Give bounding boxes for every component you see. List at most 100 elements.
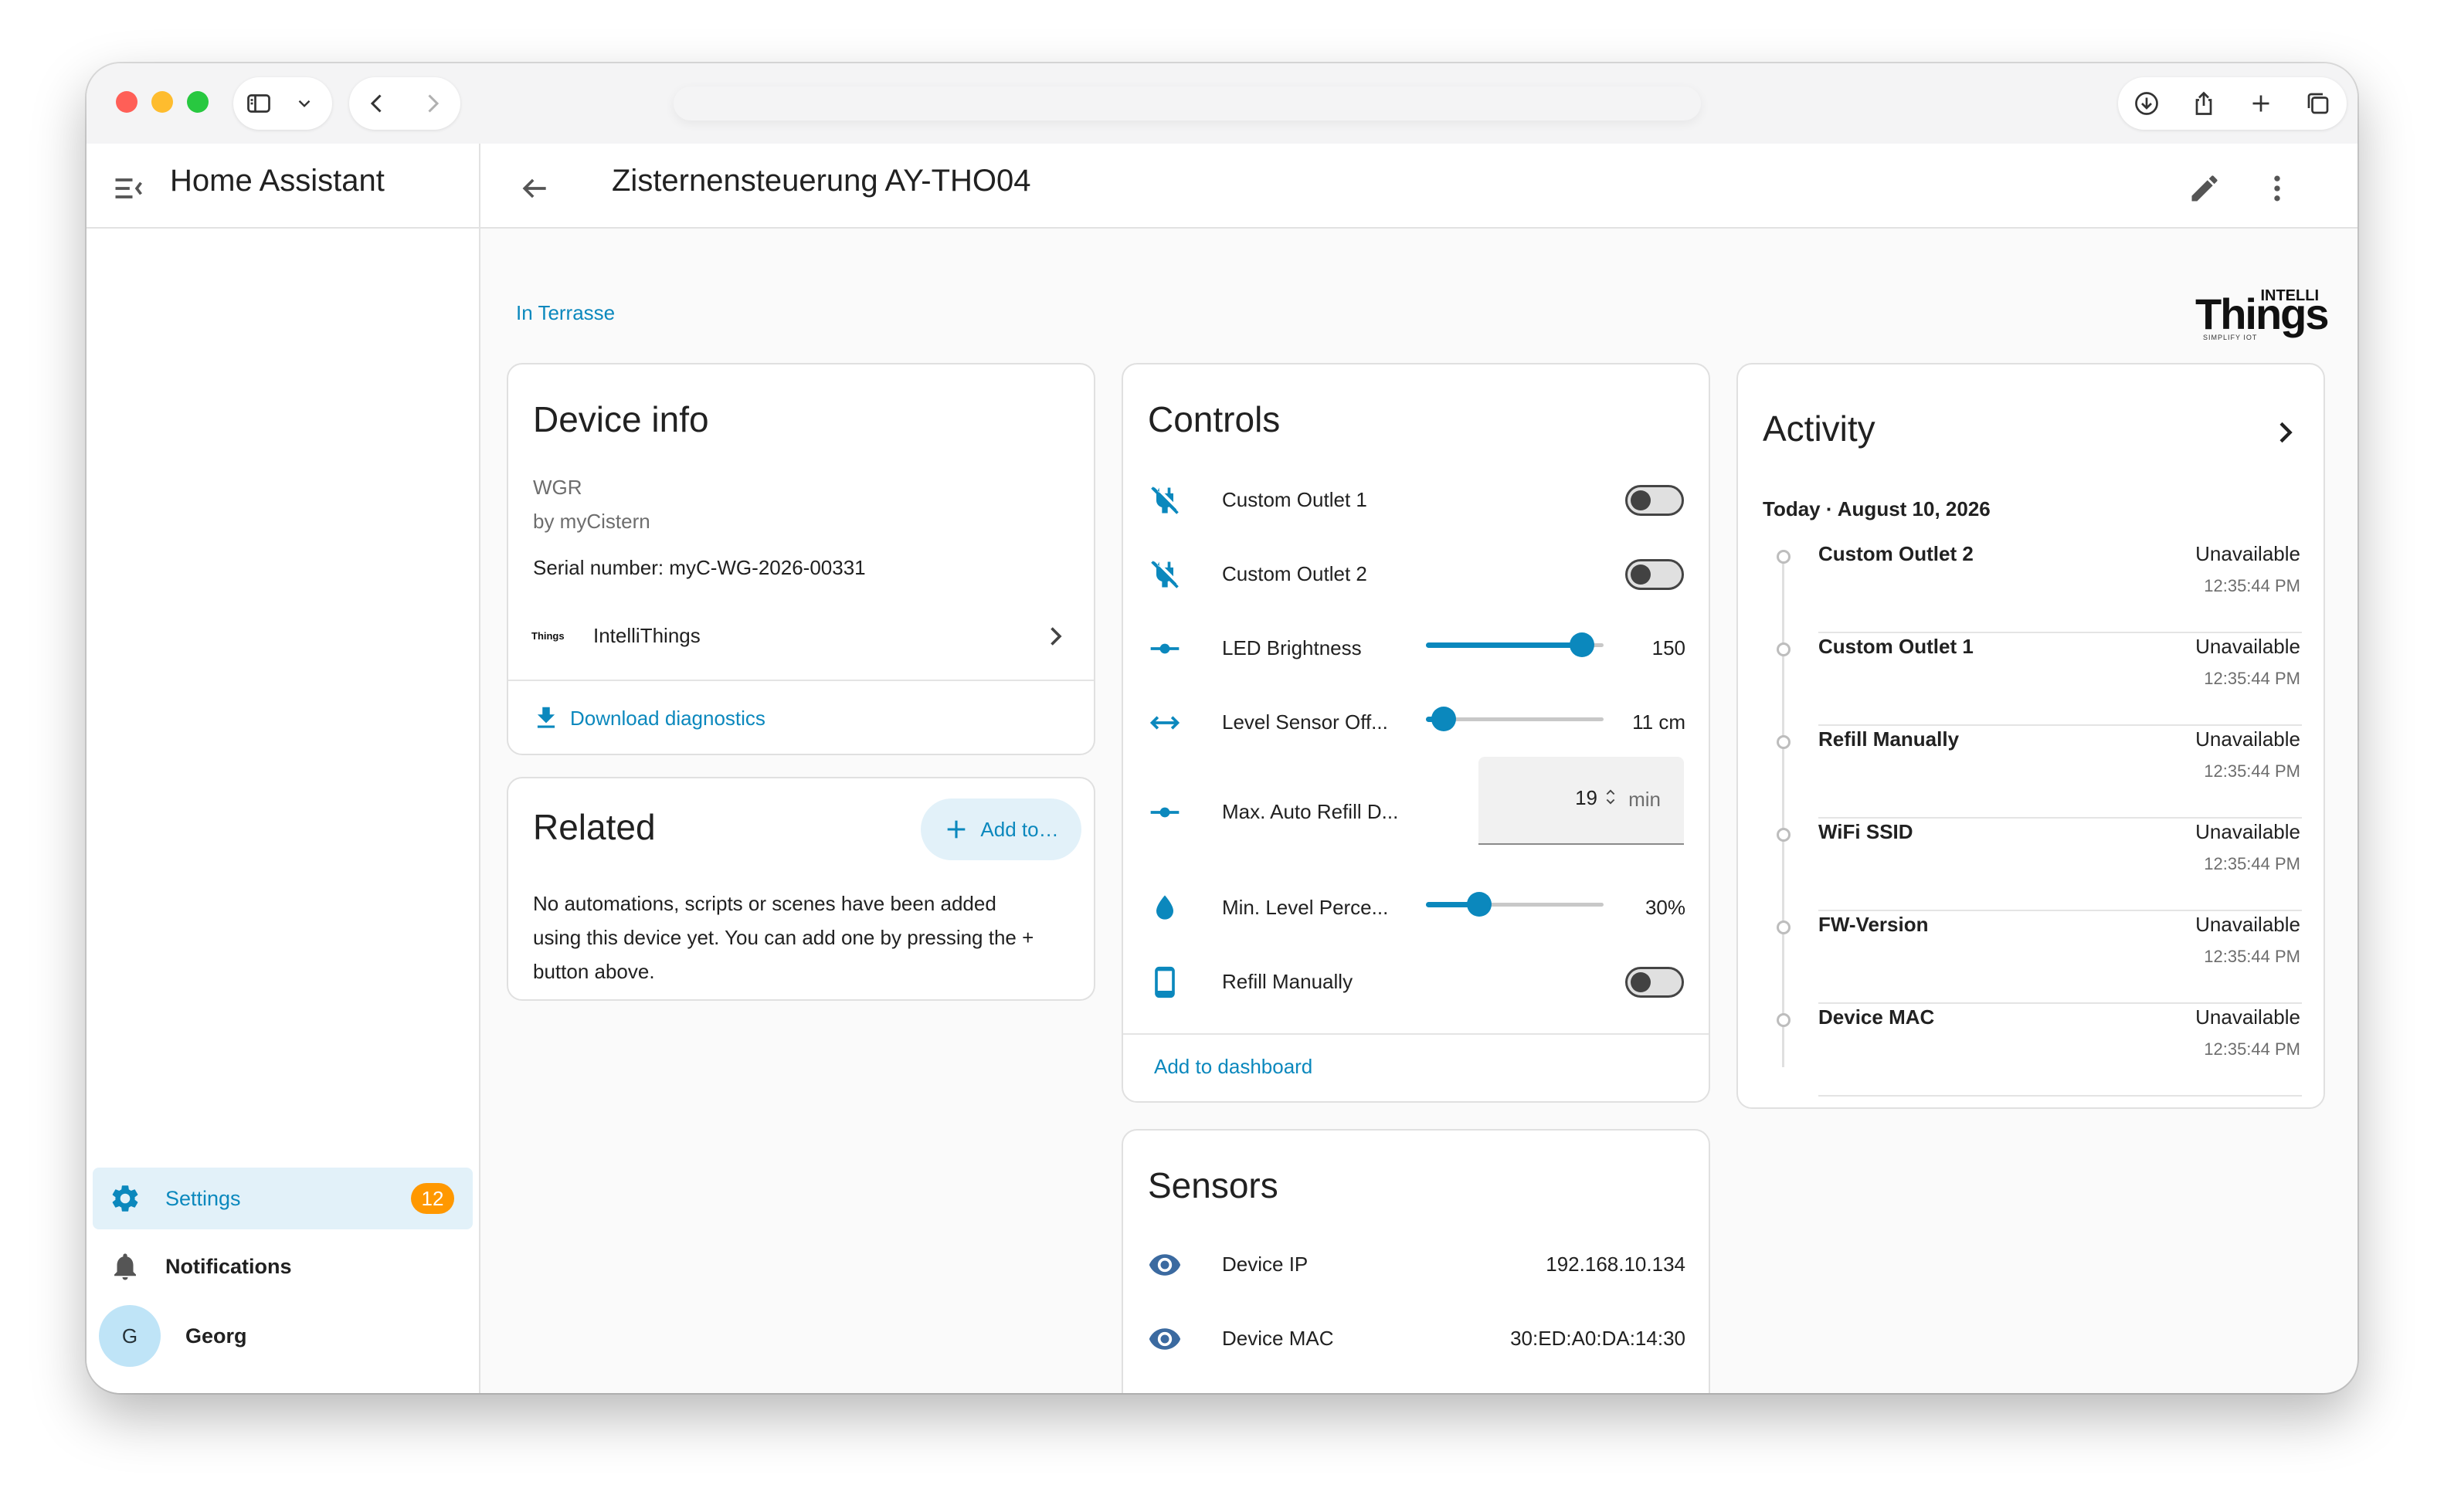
max-auto-refill-number-input[interactable]: 19 min bbox=[1478, 757, 1684, 845]
notification-count-badge: 12 bbox=[411, 1183, 454, 1214]
activity-entry[interactable]: Custom Outlet 1 Unavailable 12:35:44 PM bbox=[1738, 635, 2323, 727]
pencil-icon[interactable] bbox=[2184, 168, 2225, 208]
custom-outlet-1-toggle[interactable] bbox=[1625, 485, 1684, 516]
sidebar-item-label: Notifications bbox=[165, 1254, 292, 1278]
download-icon bbox=[537, 707, 555, 728]
area-link[interactable]: In Terrasse bbox=[516, 301, 615, 325]
level-sensor-offset-slider[interactable] bbox=[1426, 706, 1604, 732]
tab-overview-icon[interactable] bbox=[2290, 77, 2347, 130]
download-icon[interactable] bbox=[2118, 77, 2175, 130]
back-arrow-icon[interactable] bbox=[514, 168, 555, 208]
browser-actions bbox=[2118, 77, 2347, 130]
activity-state: Unavailable bbox=[2195, 1005, 2300, 1029]
sidebar-divider bbox=[479, 144, 480, 1393]
activity-entity-name: WiFi SSID bbox=[1818, 820, 1913, 843]
control-value: 30% bbox=[1645, 896, 1685, 919]
avatar: G bbox=[99, 1305, 161, 1367]
divider bbox=[1818, 910, 2302, 911]
activity-entity-name: Refill Manually bbox=[1818, 727, 1960, 751]
control-value: 11 cm bbox=[1632, 710, 1685, 734]
activity-time: 12:35:44 PM bbox=[2204, 947, 2300, 966]
activity-entry[interactable]: FW-Version Unavailable 12:35:44 PM bbox=[1738, 913, 2323, 1005]
minimize-window-button[interactable] bbox=[151, 91, 173, 113]
divider bbox=[508, 680, 1094, 681]
led-brightness-slider[interactable] bbox=[1426, 632, 1604, 658]
chevron-right-icon[interactable] bbox=[2269, 417, 2300, 448]
refill-manually-toggle[interactable] bbox=[1625, 967, 1684, 998]
timeline-dot bbox=[1777, 1013, 1791, 1027]
activity-entity-name: Custom Outlet 1 bbox=[1818, 635, 1974, 658]
timeline-dot bbox=[1777, 735, 1791, 749]
card-title: Device info bbox=[533, 399, 709, 439]
custom-outlet-2-toggle[interactable] bbox=[1625, 559, 1684, 590]
brand-mini-logo: Things bbox=[531, 630, 565, 642]
forward-arrow-icon[interactable] bbox=[405, 77, 460, 130]
new-tab-icon[interactable] bbox=[2232, 77, 2290, 130]
activity-entry[interactable]: Device MAC Unavailable 12:35:44 PM bbox=[1738, 1005, 2323, 1098]
divider bbox=[1818, 1002, 2302, 1004]
card-title: Sensors bbox=[1148, 1165, 1278, 1205]
download-diagnostics-button[interactable]: Download diagnostics bbox=[531, 695, 765, 741]
timeline-dot bbox=[1777, 642, 1791, 656]
arrow-left-right-icon bbox=[1146, 704, 1183, 741]
sidebar-item-settings[interactable]: Settings 12 bbox=[93, 1168, 473, 1229]
close-window-button[interactable] bbox=[116, 91, 137, 113]
activity-entry[interactable]: Refill Manually Unavailable 12:35:44 PM bbox=[1738, 727, 2323, 820]
address-bar[interactable] bbox=[674, 86, 1701, 120]
activity-entry[interactable]: Custom Outlet 2 Unavailable 12:35:44 PM bbox=[1738, 542, 2323, 635]
sensors-card: Sensors Device IP 192.168.10.134 Device … bbox=[1122, 1129, 1710, 1393]
sidebar-item-user[interactable]: G Georg bbox=[93, 1299, 473, 1373]
card-title: Related bbox=[533, 807, 656, 847]
sensor-value: 192.168.10.134 bbox=[1546, 1253, 1685, 1276]
back-arrow-icon[interactable] bbox=[349, 77, 405, 130]
min-level-percentage-slider[interactable] bbox=[1426, 891, 1604, 917]
related-text-line: No automations, scripts or scenes have b… bbox=[533, 892, 996, 915]
sidebar-item-label: Settings bbox=[165, 1186, 241, 1210]
sidebar-item-notifications[interactable]: Notifications bbox=[93, 1236, 473, 1297]
activity-entry[interactable]: WiFi SSID Unavailable 12:35:44 PM bbox=[1738, 820, 2323, 913]
app-title: Home Assistant bbox=[170, 164, 385, 198]
related-card: Related Add to… No automations, scripts … bbox=[507, 777, 1095, 1001]
sensor-label: Device IP bbox=[1222, 1253, 1309, 1276]
divider bbox=[1818, 724, 2302, 726]
divider bbox=[1818, 632, 2302, 633]
menu-collapse-icon[interactable] bbox=[108, 168, 148, 208]
zoom-window-button[interactable] bbox=[187, 91, 209, 113]
control-label: Max. Auto Refill D... bbox=[1222, 800, 1399, 823]
cellphone-icon bbox=[1146, 964, 1183, 1001]
serial-number: Serial number: myC-WG-2026-00331 bbox=[533, 556, 866, 579]
add-to-label: Add to… bbox=[980, 817, 1059, 841]
brand-logo-name: Things bbox=[2195, 290, 2330, 338]
page-title: Zisternensteuerung AY-THO04 bbox=[612, 164, 1031, 198]
chevron-down-icon[interactable] bbox=[284, 77, 324, 130]
browser-window: Home Assistant Zisternensteuerung AY-THO… bbox=[87, 63, 2357, 1393]
stepper-icon[interactable] bbox=[1605, 786, 1616, 808]
integration-row[interactable]: Things IntelliThings bbox=[508, 596, 1094, 673]
brand-logo: INTELLI Things SIMPLIFY IOT bbox=[2195, 287, 2330, 341]
control-label: Custom Outlet 1 bbox=[1222, 488, 1367, 511]
card-title: Activity bbox=[1763, 409, 1875, 449]
plus-icon bbox=[948, 820, 966, 839]
number-unit: min bbox=[1628, 788, 1661, 811]
share-icon[interactable] bbox=[2175, 77, 2232, 130]
activity-time: 12:35:44 PM bbox=[2204, 669, 2300, 688]
device-model: WGR bbox=[533, 476, 582, 499]
activity-card: Activity Today · August 10, 2026 Custom … bbox=[1736, 363, 2325, 1109]
activity-state: Unavailable bbox=[2195, 727, 2300, 751]
user-name: Georg bbox=[185, 1324, 247, 1348]
activity-date: Today · August 10, 2026 bbox=[1763, 497, 1991, 520]
add-to-button[interactable]: Add to… bbox=[921, 798, 1081, 860]
eye-icon bbox=[1146, 1246, 1183, 1283]
activity-state: Unavailable bbox=[2195, 820, 2300, 843]
browser-toolbar bbox=[87, 63, 2357, 144]
control-label: Min. Level Perce... bbox=[1222, 896, 1389, 919]
sensor-value: 30:ED:A0:DA:14:30 bbox=[1510, 1327, 1685, 1350]
add-to-dashboard-button[interactable]: Add to dashboard bbox=[1154, 1055, 1312, 1079]
more-vertical-icon[interactable] bbox=[2257, 168, 2297, 208]
sidebar-toggle-icon[interactable] bbox=[233, 77, 284, 130]
related-text-line: using this device yet. You can add one b… bbox=[533, 926, 1034, 949]
timeline-dot bbox=[1777, 550, 1791, 564]
activity-time: 12:35:44 PM bbox=[2204, 1039, 2300, 1059]
activity-state: Unavailable bbox=[2195, 913, 2300, 936]
device-manufacturer: by myCistern bbox=[533, 510, 650, 533]
